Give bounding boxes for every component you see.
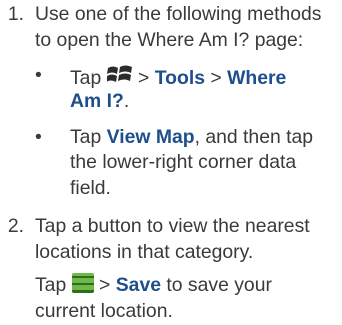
bullet-2-rest: , and then tap <box>194 125 314 148</box>
bullet-1-line-2: Am I?. <box>70 89 129 115</box>
separator: > <box>138 66 150 89</box>
step-2-number: 2. <box>7 215 24 238</box>
step-2-line-1: Tap a button to view the nearest <box>35 215 310 238</box>
tools-menu-label: Tools <box>154 66 205 89</box>
tap-text: Tap <box>70 66 102 89</box>
step-2-line-4: current location. <box>35 300 173 323</box>
where-am-i-label: Where <box>227 66 287 89</box>
menu-icon <box>71 273 94 294</box>
step-1-number: 1. <box>7 2 24 25</box>
step-2-line-2: locations in that category. <box>35 241 254 264</box>
bullet: • <box>35 63 42 86</box>
bullet-1-line-1: Tap > Tools > Where <box>70 63 286 92</box>
step-2-line-3: Tap > Save to save your <box>35 273 272 299</box>
bullet-2-line-1: Tap View Map, and then tap <box>70 125 313 151</box>
bullet: • <box>35 125 42 148</box>
step-2-rest: to save your <box>166 274 272 297</box>
step-1-line-2: to open the Where Am I? page: <box>35 28 304 51</box>
tap-text: Tap <box>35 274 67 297</box>
view-map-label: View Map <box>106 125 195 148</box>
period: . <box>123 89 130 112</box>
tap-text: Tap <box>70 125 102 148</box>
step-1-line-1: Use one of the following methods <box>35 2 322 25</box>
separator: > <box>99 274 111 297</box>
windows-start-icon <box>105 63 133 87</box>
save-label: Save <box>115 274 161 297</box>
bullet-2-line-2: the lower-right corner data <box>70 151 297 174</box>
where-am-i-label-cont: Am I? <box>70 89 124 112</box>
bullet-2-line-3: field. <box>70 177 111 200</box>
separator: > <box>210 66 222 89</box>
